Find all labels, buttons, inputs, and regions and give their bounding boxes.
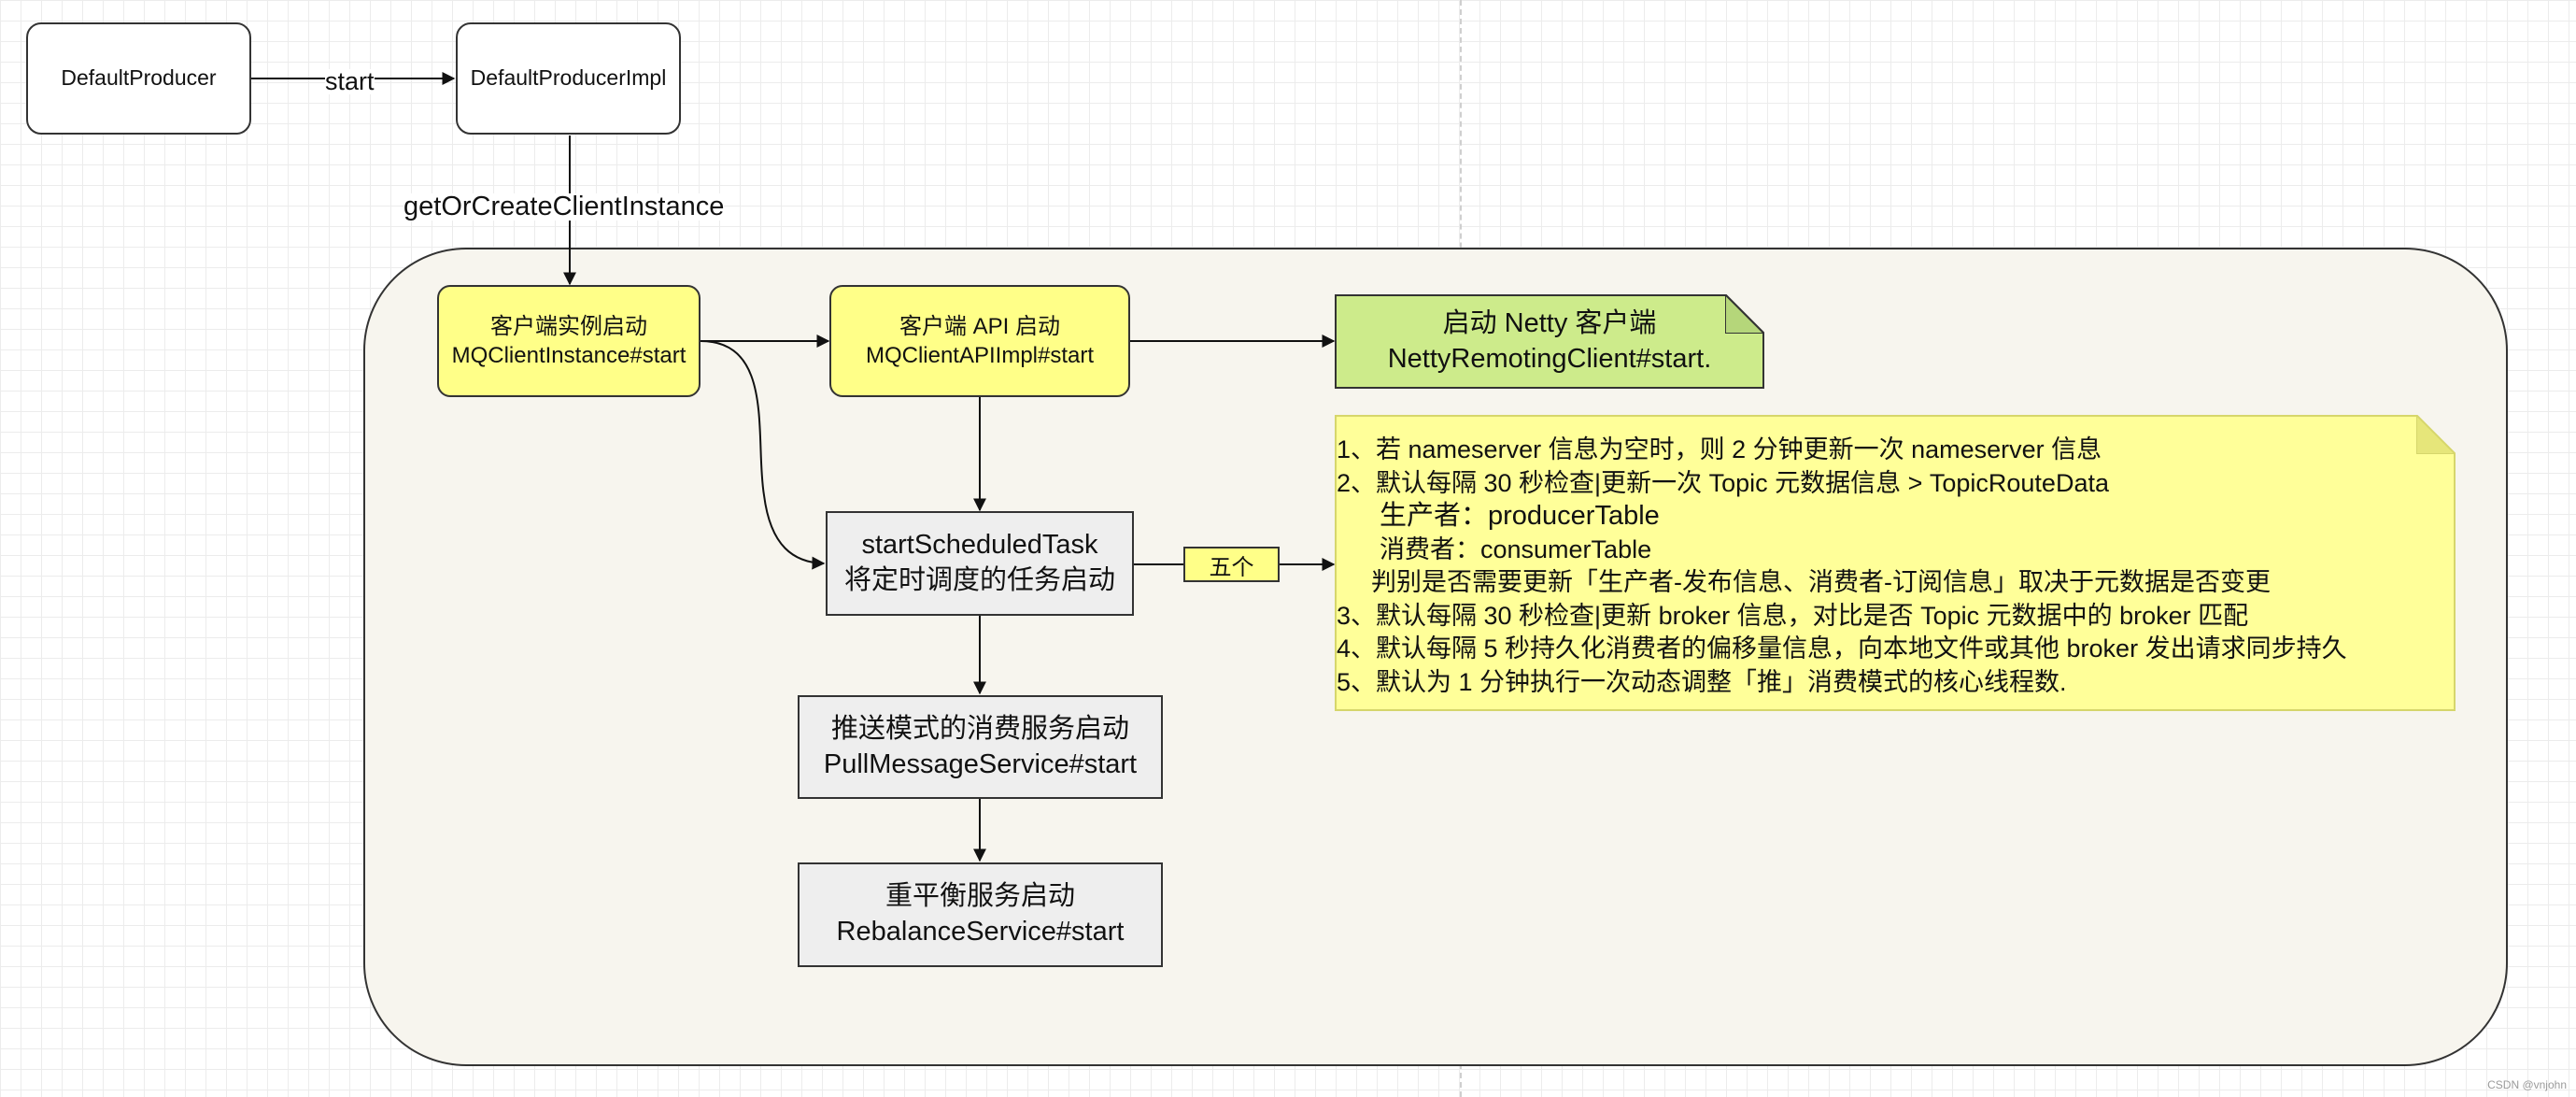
client-instance-method: MQClientInstance#start [451, 343, 686, 368]
note-line-producer: 生产者：producerTable [1380, 501, 1660, 531]
netty-client-method: NettyRemotingClient#start. [1387, 343, 1712, 374]
netty-client-fold [1725, 294, 1764, 334]
client-instance-title: 客户端实例启动 [490, 313, 647, 339]
default-producer-node[interactable]: DefaultProducer [26, 22, 251, 135]
edge-label-get-or-create: getOrCreateClientInstance [403, 192, 725, 221]
note-line-judge: 判别是否需要更新「生产者-发布信息、消费者-订阅信息」取决于元数据是否变更 [1371, 568, 2271, 596]
client-api-method: MQClientAPIImpl#start [865, 343, 1095, 368]
five-tasks-tag: 五个 [1183, 547, 1280, 582]
scheduled-task-desc: 将定时调度的任务启动 [843, 565, 1115, 595]
note-line-5: 5、默认为 1 分钟执行一次动态调整「推」消费模式的核心线程数. [1337, 667, 2067, 696]
default-producer-impl-node[interactable]: DefaultProducerImpl [456, 22, 681, 135]
pull-service-method: PullMessageService#start [823, 748, 1138, 779]
netty-client-node[interactable]: 启动 Netty 客户端 NettyRemotingClient#start. [1335, 294, 1764, 389]
pull-service-node[interactable]: 推送模式的消费服务启动 PullMessageService#start [798, 695, 1163, 799]
note-line-consumer: 消费者：consumerTable [1380, 534, 1652, 563]
edge-label-start: start [325, 67, 375, 95]
note-line-4: 4、默认每隔 5 秒持久化消费者的偏移量信息，向本地文件或其他 broker 发… [1337, 634, 2347, 662]
note-line-1: 1、若 nameserver 信息为空时，则 2 分钟更新一次 nameserv… [1337, 435, 2102, 463]
pull-service-title: 推送模式的消费服务启动 [830, 713, 1129, 744]
client-instance-node[interactable]: 客户端实例启动 MQClientInstance#start [437, 285, 701, 397]
default-producer-label: DefaultProducer [61, 65, 217, 91]
note-line-3: 3、默认每隔 30 秒检查|更新 broker 信息，对比是否 Topic 元数… [1337, 601, 2249, 630]
scheduled-tasks-note: 1、若 nameserver 信息为空时，则 2 分钟更新一次 nameserv… [1335, 415, 2456, 711]
rebalance-service-method: RebalanceService#start [836, 917, 1125, 947]
scheduled-task-title: startScheduledTask [861, 530, 1098, 561]
edge-client-instance-to-scheduled [700, 340, 826, 570]
rebalance-service-title: 重平衡服务启动 [885, 881, 1075, 912]
rebalance-service-node[interactable]: 重平衡服务启动 RebalanceService#start [798, 862, 1163, 967]
scheduled-task-node[interactable]: startScheduledTask 将定时调度的任务启动 [826, 511, 1134, 616]
five-tasks-label: 五个 [1209, 554, 1254, 580]
netty-client-title: 启动 Netty 客户端 [1442, 307, 1657, 338]
default-producer-impl-label: DefaultProducerImpl [470, 65, 667, 91]
client-api-node[interactable]: 客户端 API 启动 MQClientAPIImpl#start [829, 285, 1130, 397]
note-line-2: 2、默认每隔 30 秒检查|更新一次 Topic 元数据信息 > TopicRo… [1337, 468, 2109, 497]
note-fold [2416, 415, 2456, 454]
watermark: CSDN @vnjohn [2487, 1078, 2567, 1091]
client-api-title: 客户端 API 启动 [899, 313, 1061, 339]
